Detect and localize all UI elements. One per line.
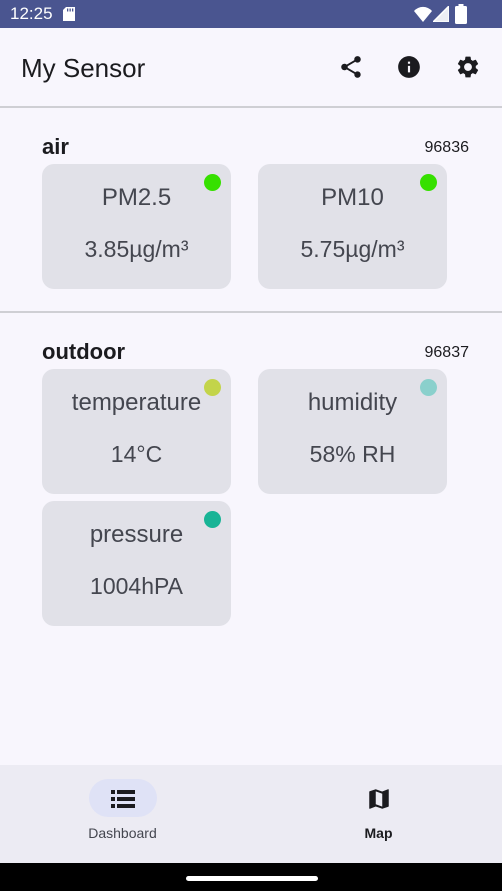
card-label: PM2.5 <box>101 184 172 211</box>
home-gesture-handle[interactable] <box>186 876 318 881</box>
status-bar: 12:25 <box>0 0 502 28</box>
list-icon <box>111 790 135 808</box>
nav-label-dashboard: Dashboard <box>88 825 157 841</box>
gesture-bar <box>0 863 502 891</box>
sensor-card-pm10[interactable]: PM10 5.75µg/m³ <box>258 164 447 289</box>
section-id-outdoor: 96837 <box>424 344 470 361</box>
info-icon[interactable] <box>396 54 422 80</box>
nav-item-dashboard[interactable]: Dashboard <box>0 765 251 863</box>
battery-icon <box>455 4 467 24</box>
section-title-outdoor: outdoor <box>42 339 126 364</box>
sensor-card-humidity[interactable]: humidity 58% RH <box>258 369 447 494</box>
status-dot <box>420 379 437 396</box>
sensor-card-temperature[interactable]: temperature 14°C <box>42 369 231 494</box>
status-dot <box>204 379 221 396</box>
card-value: 5.75µg/m³ <box>300 236 405 262</box>
card-value: 58% RH <box>309 441 396 467</box>
section-title-air: air <box>42 134 69 159</box>
bottom-nav: Dashboard Map <box>0 765 502 863</box>
divider <box>0 106 502 108</box>
status-dot <box>204 174 221 191</box>
nav-item-map[interactable]: Map <box>251 765 502 863</box>
app-bar: My Sensor <box>0 28 502 106</box>
sd-card-icon <box>63 7 75 21</box>
card-label: temperature <box>71 389 202 416</box>
settings-icon[interactable] <box>455 54 481 80</box>
section-id-air: 96836 <box>424 139 470 156</box>
card-value: 1004hPA <box>90 573 183 599</box>
share-icon[interactable] <box>338 54 364 80</box>
card-value: 14°C <box>110 441 163 467</box>
nav-label-map: Map <box>364 825 393 841</box>
card-label: humidity <box>307 389 398 416</box>
divider <box>0 311 502 313</box>
signal-icon <box>433 6 449 22</box>
wifi-icon <box>414 6 432 22</box>
sensor-card-pm25[interactable]: PM2.5 3.85µg/m³ <box>42 164 231 289</box>
map-icon <box>369 789 389 809</box>
status-time: 12:25 <box>10 4 53 23</box>
card-value: 3.85µg/m³ <box>84 236 189 262</box>
sensor-card-pressure[interactable]: pressure 1004hPA <box>42 501 231 626</box>
card-label: pressure <box>89 521 184 548</box>
status-dot <box>204 511 221 528</box>
app-title: My Sensor <box>21 53 146 83</box>
card-label: PM10 <box>321 184 384 211</box>
status-dot <box>420 174 437 191</box>
